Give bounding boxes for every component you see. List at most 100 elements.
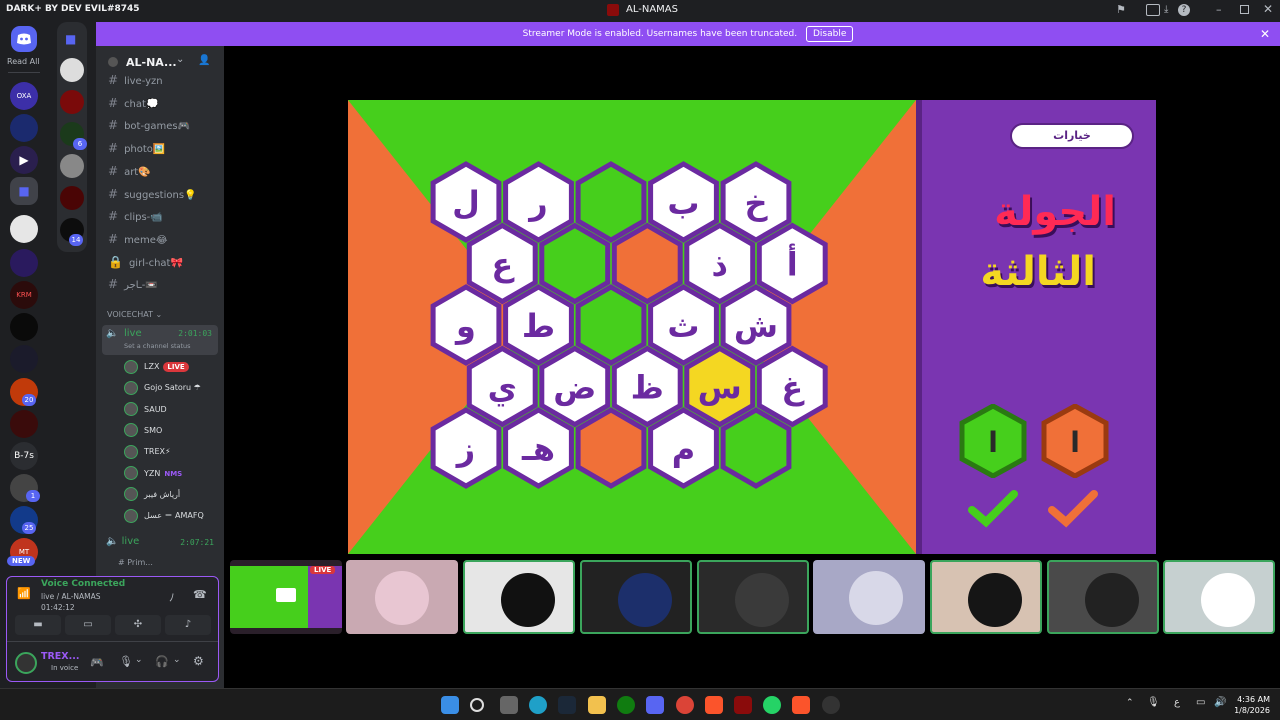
participant-tile-8[interactable]	[1163, 560, 1275, 634]
disconnect-icon[interactable]: ☎	[193, 588, 207, 601]
volume-icon[interactable]: 🔊	[1214, 697, 1226, 708]
chevron-up-icon[interactable]: ⌃	[1126, 698, 1134, 708]
close-window-button[interactable]: ✕	[1263, 2, 1273, 16]
xbox-icon[interactable]	[617, 696, 635, 714]
brave-icon[interactable]	[705, 696, 723, 714]
voice-user[interactable]: YZN NMS	[124, 465, 182, 483]
hex-tile[interactable]	[539, 222, 611, 305]
language-indicator[interactable]: ع	[1174, 697, 1180, 708]
folder-server-2[interactable]	[60, 90, 84, 114]
chevron-down-icon[interactable]: ⌄	[176, 54, 184, 65]
voice-user[interactable]: TREX⚡	[124, 443, 171, 461]
help-icon[interactable]: ?	[1178, 4, 1190, 16]
camera-button[interactable]: ▬	[15, 615, 61, 635]
folder-server-4[interactable]	[60, 154, 84, 178]
disable-streamer-mode-button[interactable]: Disable	[805, 26, 854, 42]
controller-icon[interactable]: 🎮	[90, 656, 104, 669]
noise-suppression-icon[interactable]: ﾉ	[169, 589, 175, 605]
invite-icon[interactable]: 👤	[198, 55, 210, 66]
participant-tile-2[interactable]	[463, 560, 575, 634]
read-all-label[interactable]: Read All	[7, 57, 40, 66]
hex-tile[interactable]	[611, 222, 683, 305]
channel-item[interactable]: 🔒 girl-chat🎀	[104, 252, 222, 272]
participant-tile-1[interactable]	[346, 560, 458, 634]
stream-thumbnail-live[interactable]: LIVE	[230, 560, 342, 634]
choices-button[interactable]: خيارات	[1010, 123, 1134, 149]
whatsapp-icon[interactable]	[763, 696, 781, 714]
new-badge[interactable]: NEW	[7, 556, 36, 566]
search-icon[interactable]	[470, 698, 484, 712]
channel-item[interactable]: # chat💭	[104, 93, 222, 113]
server-icon-8[interactable]	[10, 313, 38, 341]
inbox-icon[interactable]: ⚑	[1116, 4, 1128, 16]
hex-tile[interactable]	[575, 161, 647, 243]
server-icon-9[interactable]	[10, 345, 38, 373]
server-icon-11[interactable]	[10, 410, 38, 438]
network-icon[interactable]: ▭	[1196, 697, 1205, 708]
voice-user[interactable]: أرياش فيبر	[124, 486, 180, 504]
server-name[interactable]: AL-NA...	[126, 56, 177, 69]
server-icon-5[interactable]	[10, 215, 38, 243]
task-view-icon[interactable]	[500, 696, 518, 714]
channel-item[interactable]: # meme😂	[104, 229, 222, 249]
voice-channel-3[interactable]: # Prim...	[118, 558, 153, 567]
voice-category[interactable]: VOICECHAT ⌄	[107, 310, 162, 319]
server-oxa[interactable]: OXA	[10, 82, 38, 110]
minimize-button[interactable]: –	[1216, 3, 1222, 16]
soundboard-button[interactable]: ♪	[165, 615, 211, 635]
server-icon-6[interactable]	[10, 249, 38, 277]
channel-item[interactable]: # live-yzn	[104, 70, 222, 90]
channel-item[interactable]: # suggestions💡	[104, 184, 222, 204]
hex-tile[interactable]	[720, 407, 792, 489]
participant-tile-4[interactable]	[697, 560, 809, 634]
close-banner-icon[interactable]: ✕	[1260, 22, 1270, 46]
participant-tile-3[interactable]	[580, 560, 692, 634]
voice-user[interactable]: عسل ＝ AMAFQ	[124, 507, 204, 525]
file-explorer-icon[interactable]	[588, 696, 606, 714]
participant-tile-5[interactable]	[813, 560, 925, 634]
obs-icon[interactable]	[822, 696, 840, 714]
headphones-icon[interactable]: 🎧	[155, 655, 169, 668]
chevron-down-icon[interactable]: ⌄	[173, 655, 181, 665]
folder-server-1[interactable]	[60, 58, 84, 82]
folder-icon[interactable]: ■	[65, 32, 76, 46]
user-name[interactable]: TREX...	[41, 651, 79, 662]
voice-user[interactable]: SMO	[124, 422, 162, 440]
user-avatar[interactable]	[15, 652, 37, 674]
channel-item[interactable]: # clips-📹	[104, 206, 222, 226]
download-icon[interactable]: ⤓	[1164, 4, 1176, 16]
voice-channel-live-2[interactable]: 🔈 live	[106, 536, 139, 547]
chrome-icon[interactable]	[676, 696, 694, 714]
taskbar-clock[interactable]: 4:36 AM 1/8/2026	[1234, 694, 1270, 716]
channel-item[interactable]: # photo🖼️	[104, 138, 222, 158]
voice-user[interactable]: Gojo Satoru ☂	[124, 379, 201, 397]
steam-icon[interactable]	[558, 696, 576, 714]
server-folder-open[interactable]: ■	[10, 177, 38, 205]
discord-taskbar-icon[interactable]	[646, 696, 664, 714]
screen-share-button[interactable]: ▭	[65, 615, 111, 635]
server-krm[interactable]: KRM	[10, 281, 38, 309]
voice-status[interactable]: Voice Connected	[41, 579, 125, 589]
server-icon-2[interactable]	[10, 114, 38, 142]
server-b7s[interactable]: B-7s	[10, 442, 38, 470]
channel-item[interactable]: # bot-games🎮	[104, 115, 222, 135]
channel-item[interactable]: # art🎨	[104, 161, 222, 181]
server-icon-3[interactable]: ▶	[10, 146, 38, 174]
participant-tile-6[interactable]	[930, 560, 1042, 634]
app-taskbar-icon[interactable]	[734, 696, 752, 714]
microphone-tray-icon[interactable]: 🎙	[1147, 697, 1160, 708]
gear-icon[interactable]: ⚙	[193, 654, 204, 668]
maximize-button[interactable]	[1240, 5, 1249, 14]
activities-button[interactable]: ✣	[115, 615, 161, 635]
hex-tile[interactable]	[575, 284, 647, 366]
voice-user[interactable]: SAUD	[124, 401, 167, 419]
voice-channel-live[interactable]: 🔈 live 2:01:03 Set a channel status	[102, 325, 218, 355]
channel-status[interactable]: Set a channel status	[124, 342, 191, 350]
participant-tile-7[interactable]	[1047, 560, 1159, 634]
screen-icon[interactable]	[1146, 4, 1160, 16]
hex-tile[interactable]	[575, 407, 647, 489]
start-icon[interactable]	[441, 696, 459, 714]
chevron-down-icon[interactable]: ⌄	[135, 655, 143, 665]
microphone-icon[interactable]: 🎙	[119, 655, 133, 668]
discord-home-icon[interactable]	[11, 26, 37, 52]
